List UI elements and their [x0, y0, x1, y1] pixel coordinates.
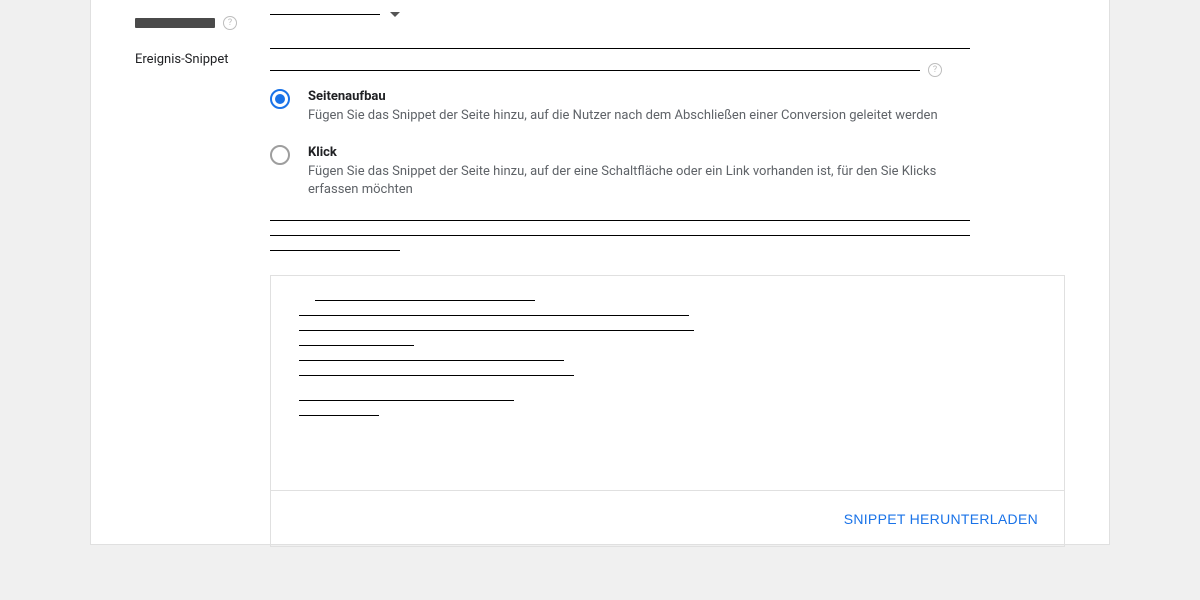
snippet-description: ? — [270, 48, 1065, 77]
help-icon[interactable]: ? — [223, 16, 237, 30]
redacted-text-line — [270, 250, 400, 251]
redacted-text-line — [270, 70, 920, 71]
dropdown[interactable] — [270, 12, 1065, 17]
chevron-down-icon — [390, 12, 400, 17]
radio-description: Fügen Sie das Snippet der Seite hinzu, a… — [308, 107, 938, 125]
snippet-content: ? Seitenaufbau Fügen Sie das Snippet der… — [270, 48, 1065, 547]
radio-pageload[interactable]: Seitenaufbau Fügen Sie das Snippet der S… — [270, 89, 1065, 125]
snippet-note — [270, 220, 1065, 251]
field-row-redacted: ? — [135, 12, 1065, 30]
radio-button-selected — [270, 89, 290, 109]
radio-description: Fügen Sie das Snippet der Seite hinzu, a… — [308, 163, 968, 199]
redacted-text-line — [270, 48, 970, 49]
radio-title: Seitenaufbau — [308, 89, 938, 104]
snippet-label: Ereignis-Snippet — [135, 52, 228, 67]
snippet-type-radios: Seitenaufbau Fügen Sie das Snippet der S… — [270, 89, 1065, 200]
redacted-code-line — [299, 415, 379, 416]
redacted-code-line — [299, 360, 564, 361]
radio-dot-icon — [275, 94, 285, 104]
redacted-code-line — [315, 300, 535, 301]
redacted-label — [135, 18, 215, 28]
redacted-code-line — [299, 330, 694, 331]
download-snippet-button[interactable]: SNIPPET HERUNTERLADEN — [844, 511, 1038, 527]
code-body — [271, 276, 1064, 490]
radio-button-unselected — [270, 145, 290, 165]
code-snippet-box: SNIPPET HERUNTERLADEN — [270, 275, 1065, 547]
radio-title: Klick — [308, 145, 968, 160]
event-snippet-section: Ereignis-Snippet ? Seitenaufbau Fügen S — [135, 48, 1065, 547]
snippet-label-col: Ereignis-Snippet — [135, 48, 270, 67]
redacted-code-line — [299, 315, 689, 316]
radio-click[interactable]: Klick Fügen Sie das Snippet der Seite hi… — [270, 145, 1065, 199]
redacted-text-line — [270, 235, 970, 236]
radio-text: Seitenaufbau Fügen Sie das Snippet der S… — [308, 89, 938, 125]
redacted-value — [270, 14, 380, 15]
redacted-code-line — [299, 345, 414, 346]
code-footer: SNIPPET HERUNTERLADEN — [271, 490, 1064, 546]
settings-card: ? Ereignis-Snippet ? — [90, 0, 1110, 545]
radio-text: Klick Fügen Sie das Snippet der Seite hi… — [308, 145, 968, 199]
field-value — [270, 12, 1065, 17]
redacted-code-line — [299, 400, 514, 401]
field-label: ? — [135, 12, 270, 30]
redacted-text-line — [270, 220, 970, 221]
help-icon[interactable]: ? — [928, 63, 942, 77]
redacted-code-line — [299, 375, 574, 376]
